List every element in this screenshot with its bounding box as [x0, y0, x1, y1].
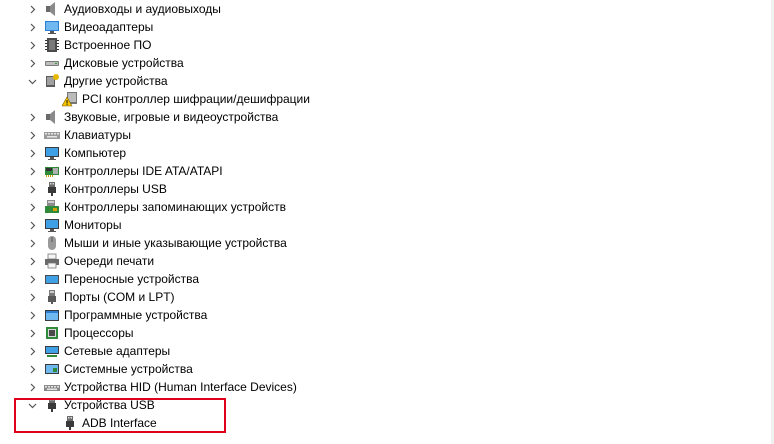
tree-category-item[interactable]: Сетевые адаптеры	[0, 342, 170, 360]
monitor-icon	[44, 217, 60, 233]
tree-item-label: Компьютер	[64, 146, 127, 160]
tree-category-item[interactable]: Переносные устройства	[0, 270, 199, 288]
disk-drive-icon	[44, 55, 60, 71]
usb-icon	[44, 181, 60, 197]
chevron-right-icon[interactable]	[26, 252, 38, 270]
tree-item-label: Переносные устройства	[64, 272, 200, 286]
tree-category-item[interactable]: Устройства HID (Human Interface Devices)	[0, 378, 297, 396]
display-adapter-icon	[44, 19, 60, 35]
chevron-right-icon[interactable]	[26, 324, 38, 342]
chevron-right-icon[interactable]	[26, 234, 38, 252]
tree-item-label: ADB Interface	[82, 416, 157, 430]
chevron-right-icon[interactable]	[26, 162, 38, 180]
tree-category-item[interactable]: Встроенное ПО	[0, 36, 151, 54]
tree-item-label: Контроллеры запоминающих устройств	[64, 200, 286, 214]
keyboard-icon	[44, 127, 60, 143]
chevron-right-icon[interactable]	[26, 198, 38, 216]
tree-item-label: Контроллеры USB	[64, 182, 167, 196]
tree-category-item[interactable]: Программные устройства	[0, 306, 207, 324]
port-icon	[44, 289, 60, 305]
tree-category-item[interactable]: Устройства USB	[0, 396, 155, 414]
tree-category-item[interactable]: Клавиатуры	[0, 126, 131, 144]
chevron-right-icon[interactable]	[26, 378, 38, 396]
portable-device-icon	[44, 271, 60, 287]
chevron-right-icon[interactable]	[26, 54, 38, 72]
tree-child-item[interactable]: PCI контроллер шифрации/дешифрации	[0, 90, 310, 108]
tree-category-item[interactable]: Звуковые, игровые и видеоустройства	[0, 108, 278, 126]
tree-item-label: Встроенное ПО	[64, 38, 152, 52]
usb-icon	[62, 415, 78, 431]
device-tree: Аудиовходы и аудиовыходы Видеоадаптеры Вст…	[0, 0, 774, 444]
chevron-right-icon[interactable]	[26, 36, 38, 54]
mouse-icon	[44, 235, 60, 251]
tree-category-item[interactable]: Видеоадаптеры	[0, 18, 153, 36]
warning-device-icon	[62, 91, 78, 107]
tree-item-label: Видеоадаптеры	[64, 20, 154, 34]
tree-category-item[interactable]: Мониторы	[0, 216, 121, 234]
tree-item-label: Программные устройства	[64, 308, 208, 322]
chevron-right-icon[interactable]	[26, 180, 38, 198]
chevron-right-icon[interactable]	[26, 0, 38, 18]
chevron-down-icon[interactable]	[26, 72, 38, 90]
tree-item-label: Очереди печати	[64, 254, 155, 268]
tree-item-label: Мониторы	[64, 218, 122, 232]
tree-category-item[interactable]: Порты (COM и LPT)	[0, 288, 175, 306]
tree-item-label: Аудиовходы и аудиовыходы	[64, 2, 221, 16]
tree-item-label: Клавиатуры	[64, 128, 131, 142]
tree-item-label: PCI контроллер шифрации/дешифрации	[82, 92, 310, 106]
chevron-right-icon[interactable]	[26, 18, 38, 36]
tree-item-label: Другие устройства	[64, 74, 168, 88]
tree-category-item[interactable]: Мыши и иные указывающие устройства	[0, 234, 287, 252]
tree-category-item[interactable]: Процессоры	[0, 324, 134, 342]
tree-category-item[interactable]: Другие устройства	[0, 72, 168, 90]
chevron-right-icon[interactable]	[26, 360, 38, 378]
chevron-right-icon[interactable]	[26, 216, 38, 234]
chevron-right-icon[interactable]	[26, 126, 38, 144]
chevron-right-icon[interactable]	[26, 270, 38, 288]
software-device-icon	[44, 307, 60, 323]
chevron-right-icon[interactable]	[26, 144, 38, 162]
tree-category-item[interactable]: Контроллеры запоминающих устройств	[0, 198, 286, 216]
tree-child-item[interactable]: ADB Interface	[0, 414, 157, 432]
tree-category-item[interactable]: Дисковые устройства	[0, 54, 184, 72]
tree-item-label: Процессоры	[64, 326, 134, 340]
monitor-icon	[44, 145, 60, 161]
tree-item-label: Звуковые, игровые и видеоустройства	[64, 110, 279, 124]
tree-category-item[interactable]: Аудиовходы и аудиовыходы	[0, 0, 221, 18]
network-adapter-icon	[44, 343, 60, 359]
tree-item-label: Устройства HID (Human Interface Devices)	[64, 380, 297, 394]
printer-icon	[44, 253, 60, 269]
tree-item-label: Системные устройства	[64, 362, 193, 376]
tree-item-label: Контроллеры IDE ATA/ATAPI	[64, 164, 223, 178]
system-device-icon	[44, 361, 60, 377]
usb-icon	[44, 397, 60, 413]
processor-icon	[44, 325, 60, 341]
chevron-right-icon[interactable]	[26, 342, 38, 360]
tree-category-item[interactable]: Компьютер	[0, 144, 126, 162]
storage-controller-icon	[44, 199, 60, 215]
speaker-icon	[44, 109, 60, 125]
tree-category-item[interactable]: Контроллеры USB	[0, 180, 167, 198]
tree-category-item[interactable]: Контроллеры IDE ATA/ATAPI	[0, 162, 223, 180]
tree-item-label: Устройства USB	[64, 398, 155, 412]
tree-category-item[interactable]: Системные устройства	[0, 360, 193, 378]
chevron-down-icon[interactable]	[26, 396, 38, 414]
chevron-right-icon[interactable]	[26, 306, 38, 324]
tree-category-item[interactable]: Очереди печати	[0, 252, 154, 270]
other-devices-icon	[44, 73, 60, 89]
hid-icon	[44, 379, 60, 395]
firmware-icon	[44, 37, 60, 53]
tree-item-label: Порты (COM и LPT)	[64, 290, 175, 304]
tree-item-label: Мыши и иные указывающие устройства	[64, 236, 287, 250]
ide-controller-icon	[44, 163, 60, 179]
chevron-right-icon[interactable]	[26, 288, 38, 306]
chevron-right-icon[interactable]	[26, 108, 38, 126]
tree-item-label: Сетевые адаптеры	[64, 344, 171, 358]
tree-item-label: Дисковые устройства	[64, 56, 184, 70]
speaker-icon	[44, 1, 60, 17]
